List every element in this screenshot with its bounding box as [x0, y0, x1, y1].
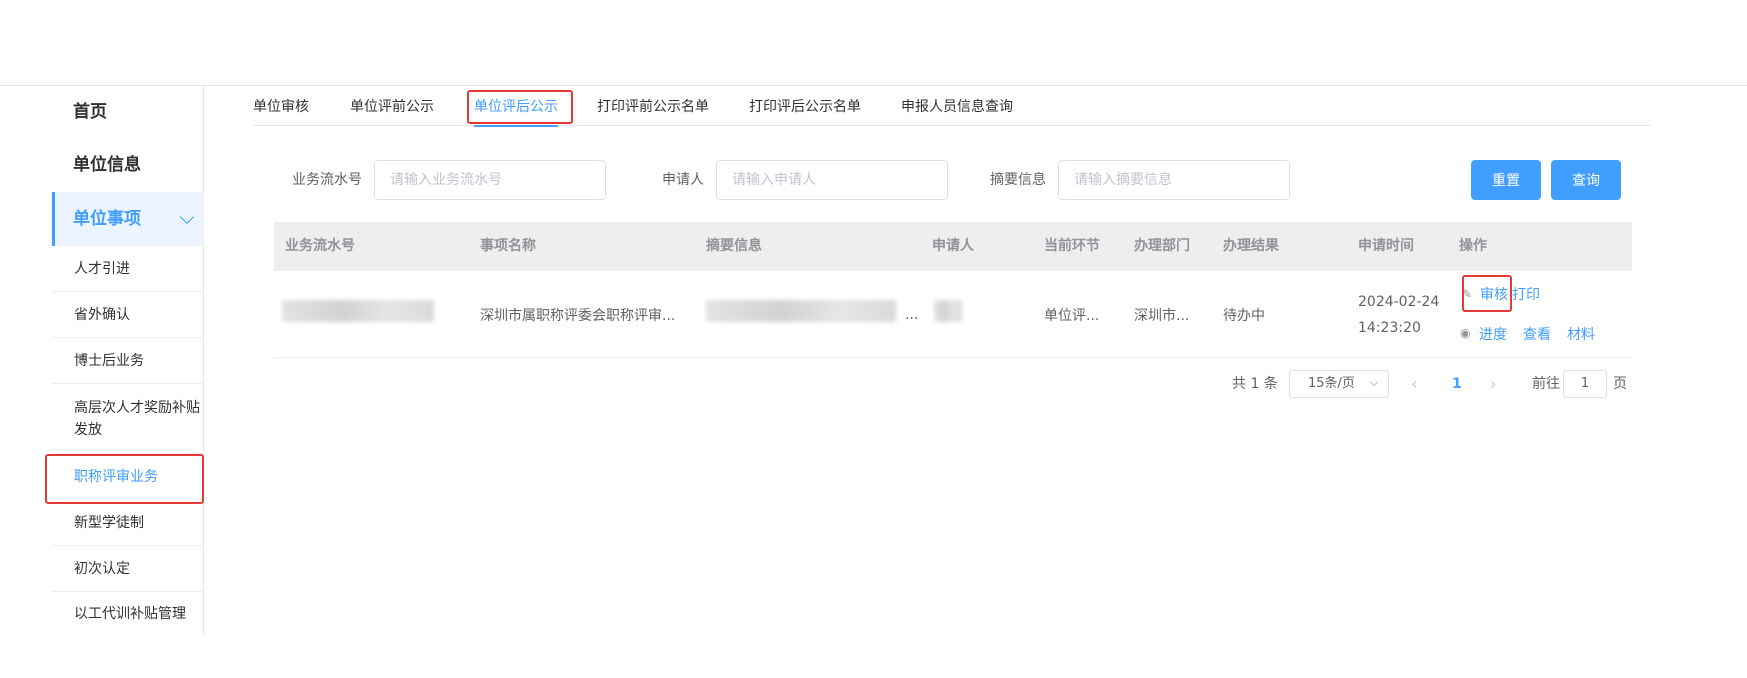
summary-label: 摘要信息 — [990, 172, 1046, 188]
cell-summary-tail: ... — [905, 306, 919, 323]
sidebar-group-unit-matters[interactable]: 单位事项 — [52, 192, 204, 246]
cell-result: 待办中 — [1223, 307, 1265, 324]
flow-number-label: 业务流水号 — [292, 172, 362, 188]
chevron-down-icon — [179, 209, 195, 225]
print-link[interactable]: 打印 — [1512, 284, 1540, 304]
sidebar-item-training-subsidy[interactable]: 以工代训补贴管理 — [52, 592, 204, 636]
goto-page-input[interactable]: 1 — [1563, 370, 1607, 398]
sidebar: 首页 单位信息 单位事项 人才引进 省外确认 博士后业务 高层次人才奖励补贴发放… — [52, 86, 204, 636]
col-dept: 办理部门 — [1134, 238, 1190, 254]
sidebar-item-home[interactable]: 首页 — [52, 86, 204, 138]
tab-pre-publicity[interactable]: 单位评前公示 — [350, 88, 434, 126]
cell-item-name: 深圳市属职称评委会职称评审... — [480, 307, 676, 324]
sidebar-item-unit-info[interactable]: 单位信息 — [52, 139, 204, 191]
prev-page-icon[interactable]: ‹ — [1411, 370, 1417, 398]
cell-time: 14:23:20 — [1358, 319, 1421, 336]
chevron-down-icon — [1369, 377, 1379, 387]
query-button[interactable]: 查询 — [1551, 160, 1621, 200]
tab-active-indicator — [474, 125, 558, 127]
eye-icon: ◉ — [1460, 326, 1471, 340]
tab-applicant-query[interactable]: 申报人员信息查询 — [901, 88, 1013, 126]
highlight-box-sidebar — [45, 454, 204, 504]
tab-print-post-list[interactable]: 打印评后公示名单 — [749, 88, 861, 126]
top-header — [0, 0, 1747, 86]
col-summary: 摘要信息 — [706, 238, 762, 254]
page-number-current[interactable]: 1 — [1452, 370, 1462, 398]
cell-date: 2024-02-24 — [1358, 293, 1440, 310]
sidebar-item-initial-recognition[interactable]: 初次认定 — [52, 546, 204, 592]
highlight-box-review — [1462, 275, 1512, 312]
cell-dept: 深圳市... — [1134, 307, 1190, 324]
view-link[interactable]: 查看 — [1523, 324, 1551, 344]
redacted-flow-number — [282, 300, 434, 322]
materials-link[interactable]: 材料 — [1567, 324, 1595, 344]
sidebar-item-talent-intro[interactable]: 人才引进 — [52, 246, 204, 292]
applicant-input[interactable] — [716, 160, 948, 200]
sidebar-item-apprenticeship[interactable]: 新型学徒制 — [52, 500, 204, 546]
col-result: 办理结果 — [1223, 238, 1279, 254]
redacted-applicant — [934, 300, 962, 322]
tab-bar: 单位审核 单位评前公示 单位评后公示 打印评前公示名单 打印评后公示名单 申报人… — [253, 88, 1651, 127]
sidebar-item-out-province[interactable]: 省外确认 — [52, 292, 204, 338]
applicant-label: 申请人 — [662, 172, 704, 188]
results-table: 业务流水号 事项名称 摘要信息 申请人 当前环节 办理部门 办理结果 申请时间 … — [274, 222, 1632, 358]
pagination-total: 共 1 条 — [1232, 376, 1278, 392]
reset-button[interactable]: 重置 — [1471, 160, 1541, 200]
col-actions: 操作 — [1459, 238, 1487, 254]
col-apply-time: 申请时间 — [1358, 238, 1414, 254]
sidebar-item-high-level-subsidy[interactable]: 高层次人才奖励补贴发放 — [52, 384, 204, 454]
cell-stage: 单位评... — [1044, 307, 1100, 324]
goto-prefix: 前往 — [1532, 376, 1560, 392]
goto-suffix: 页 — [1613, 376, 1627, 392]
col-item-name: 事项名称 — [480, 238, 536, 254]
tab-unit-review[interactable]: 单位审核 — [253, 88, 309, 126]
col-stage: 当前环节 — [1044, 238, 1100, 254]
sidebar-item-postdoc[interactable]: 博士后业务 — [52, 338, 204, 384]
col-applicant: 申请人 — [932, 238, 974, 254]
sidebar-group-label: 单位事项 — [73, 209, 141, 229]
col-flow-number: 业务流水号 — [285, 238, 355, 254]
page-size-value: 15条/页 — [1308, 376, 1355, 391]
summary-input[interactable] — [1058, 160, 1290, 200]
table-header: 业务流水号 事项名称 摘要信息 申请人 当前环节 办理部门 办理结果 申请时间 … — [274, 222, 1632, 271]
page-size-select[interactable]: 15条/页 — [1289, 370, 1389, 398]
flow-number-input[interactable] — [374, 160, 606, 200]
progress-link[interactable]: 进度 — [1479, 324, 1507, 344]
tab-print-pre-list[interactable]: 打印评前公示名单 — [597, 88, 709, 126]
next-page-icon[interactable]: › — [1490, 370, 1496, 398]
cell-apply-time: 2024-02-24 14:23:20 — [1358, 271, 1458, 358]
highlight-box-tab — [467, 90, 573, 124]
redacted-summary — [706, 300, 896, 322]
